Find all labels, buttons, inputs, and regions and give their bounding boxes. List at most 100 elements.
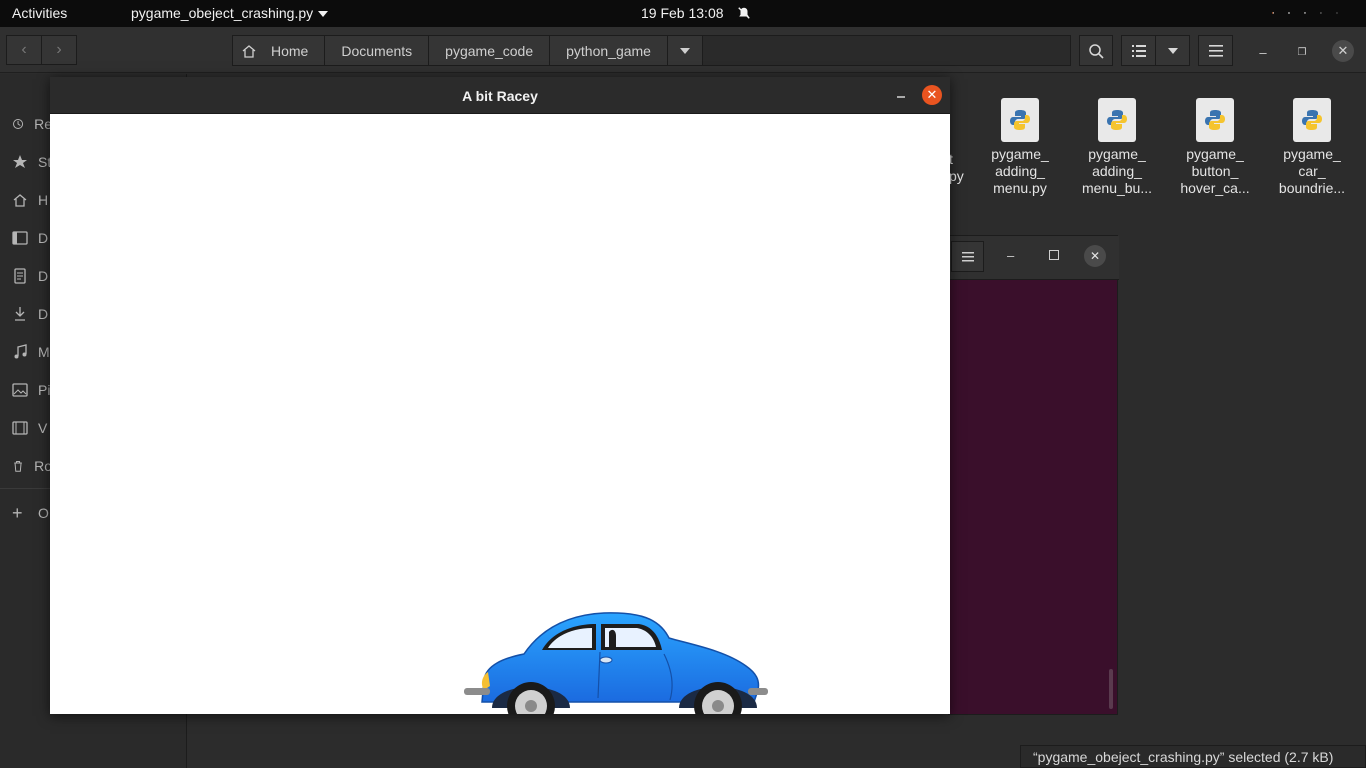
chevron-down-icon — [1167, 47, 1178, 54]
terminal-scrollbar[interactable] — [1109, 669, 1113, 709]
clock[interactable]: 19 Feb 13:08 — [641, 5, 724, 21]
chevron-left-icon: ‹ — [21, 41, 27, 58]
close-icon: ✕ — [926, 87, 938, 102]
game-canvas[interactable] — [50, 114, 950, 714]
hamburger-icon — [961, 251, 974, 261]
search-icon — [1089, 43, 1104, 59]
restore-icon: ❐ — [1297, 46, 1307, 58]
file-label-partial: t py — [949, 151, 964, 185]
terminal-headerbar: – ✕ — [949, 236, 1119, 280]
terminal-minimize-button[interactable]: – — [1007, 248, 1014, 263]
music-icon — [14, 344, 27, 359]
star-icon — [13, 155, 27, 168]
notifications-muted-icon[interactable] — [737, 6, 751, 20]
slack-icon[interactable] — [1288, 12, 1290, 14]
file-item[interactable]: pygame_ adding_ menu_bu... — [1072, 98, 1162, 197]
window-title: A bit Racey — [462, 88, 538, 104]
sidebar-item-label: D — [38, 268, 49, 284]
app-menu[interactable]: pygame_obeject_crashing.py — [131, 5, 329, 21]
app-menu-label: pygame_obeject_crashing.py — [131, 5, 314, 21]
plus-icon: + — [12, 503, 23, 523]
partial-text: t — [949, 151, 953, 167]
trash-icon — [14, 460, 22, 472]
minimize-button[interactable] — [893, 86, 909, 102]
security-icon[interactable] — [1304, 12, 1306, 14]
video-icon — [12, 421, 28, 435]
sidebar-item-documents[interactable]: D — [12, 266, 52, 286]
picture-icon — [12, 383, 28, 397]
terminal-close-button[interactable]: ✕ — [1084, 245, 1106, 267]
power-icon[interactable] — [1336, 12, 1338, 14]
python-file-icon — [1196, 98, 1234, 142]
files-headerbar: ‹ › Home Documents pygame_code python_ga… — [0, 27, 1366, 73]
file-item[interactable]: pygame_ car_ boundrie... — [1267, 98, 1357, 197]
close-button[interactable]: ✕ — [922, 85, 942, 105]
top-bar: Activities pygame_obeject_crashing.py 19… — [0, 0, 1366, 27]
file-name: pygame_ adding_ menu.py — [991, 146, 1049, 196]
back-button[interactable]: ‹ — [6, 35, 42, 65]
terminal-window: – ✕ — [948, 235, 1119, 715]
file-item[interactable]: pygame_ adding_ menu.py — [975, 98, 1065, 197]
sidebar-item-downloads[interactable]: D — [12, 304, 52, 324]
path-dropdown[interactable] — [667, 36, 703, 65]
menu-button[interactable] — [1198, 35, 1233, 66]
path-home-label: Home — [271, 42, 309, 59]
file-item[interactable]: pygame_ button_ hover_ca... — [1170, 98, 1260, 197]
path-bar: Home Documents pygame_code python_game — [232, 35, 1071, 66]
pygame-titlebar: A bit Racey ✕ — [50, 77, 950, 114]
minimize-button[interactable]: – — [1253, 42, 1273, 62]
maximize-button[interactable]: ❐ — [1292, 42, 1312, 62]
sidebar-item-starred[interactable]: St — [12, 152, 52, 172]
pygame-window: A bit Racey ✕ — [50, 77, 950, 714]
home-icon — [13, 194, 27, 207]
sidebar-item-home[interactable]: H — [12, 190, 52, 210]
path-pygame-code[interactable]: pygame_code — [429, 36, 551, 65]
sidebar-item-desktop[interactable]: D — [12, 228, 52, 248]
forward-button[interactable]: › — [41, 35, 77, 65]
file-name: pygame_ button_ hover_ca... — [1180, 146, 1250, 196]
minimize-icon: – — [1007, 248, 1015, 263]
download-icon — [15, 307, 25, 321]
search-button[interactable] — [1079, 35, 1113, 66]
close-button[interactable]: ✕ — [1332, 40, 1354, 62]
sidebar-item-other-locations[interactable]: + O — [12, 503, 52, 523]
shield-icon[interactable] — [1272, 12, 1274, 14]
chevron-right-icon: › — [56, 41, 62, 58]
sidebar-item-label: Pi — [38, 382, 51, 398]
car-sprite — [464, 612, 768, 714]
sidebar-item-label: D — [38, 230, 49, 246]
volume-icon[interactable] — [1320, 12, 1322, 14]
home-icon — [242, 44, 256, 58]
path-python-game[interactable]: python_game — [550, 36, 668, 65]
terminal-menu-button[interactable] — [951, 241, 984, 272]
file-name: pygame_ car_ boundrie... — [1278, 146, 1346, 196]
desktop-icon — [12, 231, 28, 245]
sidebar-item-trash[interactable]: Ro — [12, 456, 52, 476]
sidebar-item-music[interactable]: M — [12, 342, 52, 362]
sidebar-item-label: V — [38, 420, 48, 436]
python-file-icon — [1098, 98, 1136, 142]
minimize-icon: – — [1259, 44, 1267, 60]
clock-icon — [13, 118, 24, 130]
path-home[interactable]: Home — [233, 36, 326, 65]
system-tray — [1272, 5, 1352, 21]
hamburger-icon — [1208, 44, 1223, 57]
sidebar-item-recent[interactable]: Re — [12, 114, 52, 134]
sidebar-item-pictures[interactable]: Pi — [12, 380, 52, 400]
path-documents[interactable]: Documents — [325, 36, 430, 65]
sidebar-item-label: O — [38, 505, 49, 521]
chevron-down-icon — [318, 11, 329, 18]
python-file-icon — [1001, 98, 1039, 142]
chevron-down-icon — [679, 47, 690, 54]
list-view-button[interactable] — [1121, 35, 1156, 66]
close-icon: ✕ — [1089, 249, 1101, 263]
view-options-button[interactable] — [1155, 35, 1190, 66]
terminal-maximize-button[interactable] — [1049, 250, 1059, 260]
document-icon — [14, 268, 26, 284]
selection-status: “pygame_obeject_crashing.py” selected (2… — [1020, 745, 1366, 768]
activities-button[interactable]: Activities — [12, 5, 67, 21]
sidebar-item-videos[interactable]: V — [12, 418, 52, 438]
python-file-icon — [1293, 98, 1331, 142]
sidebar-item-label: D — [38, 306, 49, 322]
sidebar-item-label: H — [38, 192, 49, 208]
